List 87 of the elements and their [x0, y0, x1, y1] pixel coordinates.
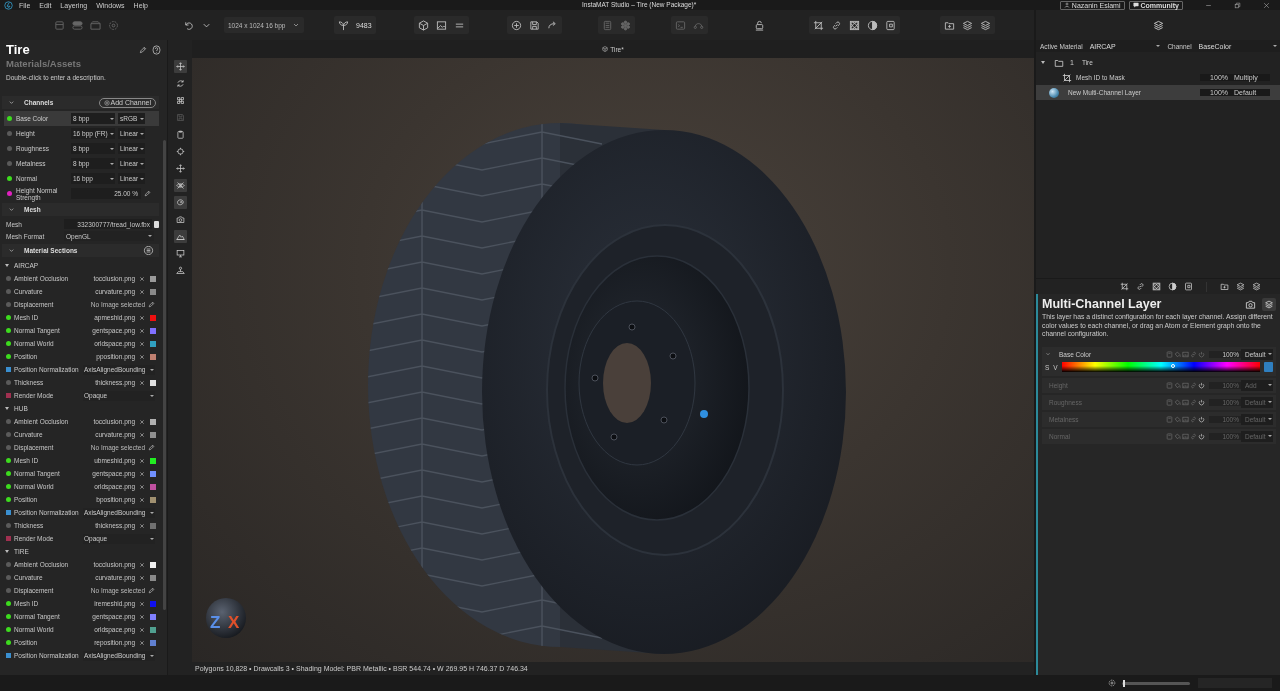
caret-icon — [1156, 45, 1161, 47]
layers-icon[interactable] — [1262, 297, 1276, 311]
toggle-icon[interactable] — [72, 19, 83, 31]
caret-icon — [110, 132, 114, 135]
camera-icon[interactable] — [1245, 298, 1256, 310]
undo-icon[interactable] — [183, 19, 194, 31]
asset-path: Materials/Assets — [6, 58, 82, 69]
plus-circle-icon[interactable] — [510, 19, 522, 31]
atom-icon[interactable] — [848, 19, 860, 31]
mask-icon — [1062, 72, 1072, 83]
caret-icon — [150, 654, 154, 657]
edit-icon[interactable] — [148, 301, 155, 308]
panel-title: Multi-Channel Layer — [1042, 297, 1162, 311]
asset-title: Tire — [6, 42, 30, 57]
link-icon[interactable] — [830, 19, 842, 31]
chevron-down-icon — [292, 21, 300, 29]
folder-plus-icon[interactable] — [1220, 282, 1229, 291]
chevron-down-icon — [8, 206, 15, 213]
caret-icon — [148, 235, 152, 237]
file-icon[interactable] — [154, 220, 159, 228]
layers-icon[interactable] — [1252, 282, 1261, 291]
chevron-down-icon — [8, 99, 15, 106]
chevron-down-icon[interactable] — [1045, 351, 1051, 357]
crop-icon[interactable] — [1120, 282, 1129, 291]
atom-icon[interactable] — [1152, 282, 1161, 291]
app-logo-icon — [4, 0, 13, 10]
caret-icon — [110, 162, 114, 165]
caret-icon — [1268, 353, 1272, 355]
layers-icon[interactable] — [979, 19, 991, 31]
edit-icon[interactable] — [148, 444, 155, 451]
contrast-icon[interactable] — [866, 19, 878, 31]
caret-icon — [110, 147, 114, 150]
caret-icon — [1268, 435, 1272, 437]
layers-icon[interactable] — [961, 19, 973, 31]
caret-icon — [140, 177, 144, 180]
caret-icon — [140, 132, 144, 135]
layers-icon[interactable] — [1152, 19, 1164, 31]
folder-plus-icon[interactable] — [943, 19, 955, 31]
link-icon[interactable] — [1136, 282, 1145, 291]
book-icon[interactable] — [884, 19, 896, 31]
edit-icon[interactable] — [144, 190, 151, 197]
caret-icon — [150, 537, 154, 540]
close-icon[interactable] — [1263, 1, 1270, 9]
zoom-slider[interactable] — [1122, 681, 1190, 685]
help-icon[interactable] — [152, 43, 161, 56]
chat-icon — [1132, 2, 1139, 8]
edit-icon[interactable] — [139, 45, 147, 54]
caret-icon — [1273, 45, 1277, 47]
panel-icon[interactable] — [54, 19, 65, 31]
caret-icon — [140, 162, 144, 165]
cube-icon[interactable] — [417, 19, 429, 31]
caret-icon — [1268, 384, 1272, 386]
folder-icon — [1054, 57, 1064, 68]
caret-icon — [150, 394, 154, 397]
triangle-icon — [5, 264, 9, 267]
flower-icon[interactable] — [619, 19, 631, 31]
caret-icon — [150, 368, 154, 371]
plus-circle-icon — [103, 99, 110, 106]
image-icon[interactable] — [435, 19, 447, 31]
slider-thumb[interactable] — [1123, 679, 1126, 687]
triangle-icon — [5, 407, 9, 410]
caret-icon — [150, 511, 154, 514]
chevron-down-icon — [8, 247, 15, 254]
caret-icon — [110, 177, 114, 180]
contrast-icon[interactable] — [1168, 282, 1177, 291]
cube-icon — [602, 46, 609, 52]
sprout-icon[interactable] — [338, 19, 349, 31]
sphere-icon — [1049, 87, 1059, 98]
menu-icon[interactable] — [141, 246, 156, 255]
triangle-icon — [5, 550, 9, 553]
restore-icon[interactable] — [1234, 1, 1241, 9]
save-icon[interactable] — [528, 19, 540, 31]
edit-icon[interactable] — [148, 587, 155, 594]
book-icon[interactable] — [1184, 282, 1193, 291]
redo-icon[interactable] — [546, 19, 558, 31]
caret-icon — [1268, 418, 1272, 420]
layers-icon[interactable] — [1236, 282, 1245, 291]
lock-icon[interactable] — [753, 19, 765, 31]
crop-icon[interactable] — [812, 19, 824, 31]
color-swatch[interactable] — [1264, 362, 1273, 372]
caret-icon — [140, 117, 144, 120]
triangle-icon — [1041, 61, 1045, 64]
caret-icon — [140, 147, 144, 150]
hue-slider[interactable] — [1061, 362, 1260, 372]
caret-icon — [110, 117, 114, 120]
caret-icon — [1268, 401, 1272, 403]
user-icon — [1063, 2, 1070, 8]
